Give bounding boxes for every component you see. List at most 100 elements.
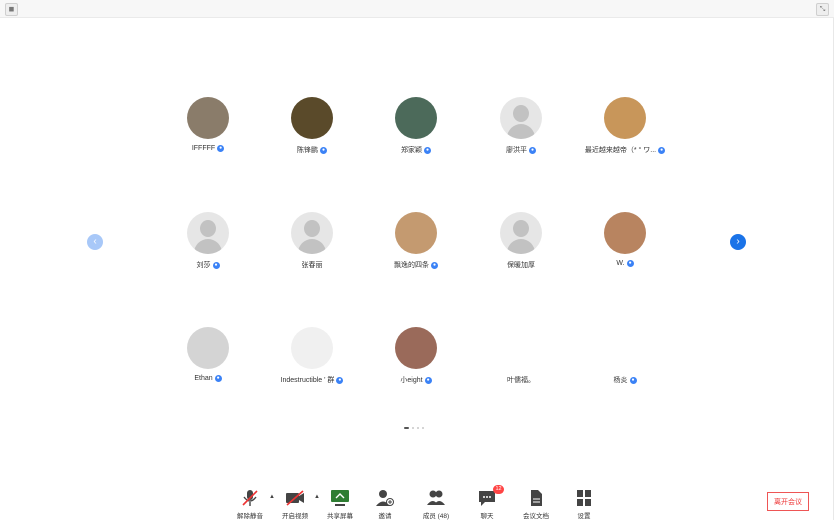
- participant-tile[interactable]: 张春丽: [252, 212, 372, 270]
- window-titlebar: ◼ ⤡: [0, 0, 834, 18]
- mic-status-icon: ●: [336, 376, 344, 384]
- members-button[interactable]: 成员 (48): [414, 489, 458, 520]
- document-icon: [526, 489, 546, 507]
- participant-tile[interactable]: 保暖加厚: [461, 212, 581, 270]
- meeting-docs-button[interactable]: 会议文档: [514, 489, 558, 520]
- settings-grid-icon: [574, 489, 594, 507]
- members-icon: [426, 489, 446, 507]
- chat-unread-badge: 12: [493, 485, 504, 494]
- page-indicator: [404, 427, 424, 429]
- chat-label: 聊天: [480, 513, 494, 520]
- participant-name-row: 最近越来越帝（* ° ワ... ●: [565, 145, 685, 155]
- participant-name: 郑家颖: [401, 147, 422, 154]
- participant-tile[interactable]: 郑家颖 ●: [356, 97, 476, 155]
- participant-name: 廖洪平: [506, 147, 527, 154]
- default-avatar-head: [200, 220, 216, 237]
- participant-tile[interactable]: W. ●: [565, 212, 685, 267]
- avatar: [187, 97, 229, 139]
- avatar: [291, 327, 333, 369]
- participant-tile[interactable]: 最近越来越帝（* ° ワ... ●: [565, 97, 685, 155]
- participant-name-row: Ethan ●: [148, 375, 268, 382]
- members-label: 成员 (48): [422, 513, 450, 520]
- participant-tile[interactable]: Ethan ●: [148, 327, 268, 382]
- invite-button[interactable]: 邀请: [363, 489, 407, 520]
- page-dot[interactable]: [422, 427, 424, 429]
- next-page-icon[interactable]: ›: [730, 234, 746, 250]
- window-menu-icon[interactable]: ◼: [5, 3, 18, 16]
- participant-name: 保暖加厚: [507, 262, 535, 269]
- default-avatar-body: [194, 239, 222, 254]
- mic-status-icon: ●: [626, 260, 634, 267]
- participant-tile[interactable]: 飘逸的四条 ●: [356, 212, 476, 270]
- avatar: [500, 212, 542, 254]
- mic-status-icon: ●: [529, 146, 536, 154]
- unmute-label: 解除静音: [237, 513, 263, 520]
- unmute-button[interactable]: 解除静音: [228, 489, 272, 520]
- mic-status-icon: ●: [629, 376, 637, 384]
- add-person-icon: [375, 489, 395, 507]
- participant-name-row: 郑家颖 ●: [356, 145, 476, 155]
- prev-page-icon[interactable]: ‹: [87, 234, 103, 250]
- participant-tile[interactable]: 叶儒福。: [461, 327, 581, 385]
- participant-name: Ethan: [194, 375, 213, 382]
- participant-name-row: 杨炎 ●: [565, 375, 685, 385]
- participant-name-row: 叶儒福。: [461, 375, 581, 385]
- participant-name: IFFFFF: [191, 145, 216, 152]
- avatar: [187, 212, 229, 254]
- participant-name-row: 保暖加厚: [461, 260, 581, 270]
- participant-name-row: 陈锋鹏 ●: [252, 145, 372, 155]
- participant-name: 小eight: [400, 377, 423, 384]
- invite-label: 邀请: [378, 513, 392, 520]
- avatar: [395, 212, 437, 254]
- avatar: [604, 212, 646, 254]
- avatar: [395, 327, 437, 369]
- participant-tile[interactable]: 陈锋鹏 ●: [252, 97, 372, 155]
- participant-tile[interactable]: 刘莎 ●: [148, 212, 268, 270]
- participant-tile[interactable]: IFFFFF ●: [148, 97, 268, 152]
- share-screen-button[interactable]: 共享屏幕: [318, 489, 362, 520]
- avatar: [291, 212, 333, 254]
- leave-meeting-button[interactable]: 离开会议: [767, 492, 809, 511]
- participant-tile[interactable]: 廖洪平 ●: [461, 97, 581, 155]
- participant-name: 叶儒福。: [507, 377, 535, 384]
- muted-mic-icon: [240, 489, 260, 507]
- chat-button[interactable]: 12 聊天: [465, 485, 509, 520]
- mic-status-icon: ●: [212, 261, 220, 269]
- avatar: [187, 327, 229, 369]
- start-video-button[interactable]: 开启视频: [273, 489, 317, 520]
- participant-name: 刘莎: [196, 262, 211, 269]
- participant-tile[interactable]: 小eight ●: [356, 327, 476, 385]
- settings-label: 设置: [577, 513, 591, 520]
- participant-name: 张春丽: [301, 262, 323, 269]
- mic-status-icon: ●: [320, 146, 327, 154]
- page-dot[interactable]: [412, 427, 414, 429]
- participant-name-row: IFFFFF ●: [148, 145, 268, 152]
- default-avatar-body: [507, 124, 535, 139]
- page-dot[interactable]: [417, 427, 419, 429]
- participant-tile[interactable]: 杨炎 ●: [565, 327, 685, 385]
- mic-status-icon: ●: [424, 146, 431, 154]
- participant-name: 飘逸的四条: [394, 262, 429, 269]
- exit-fullscreen-icon[interactable]: ⤡: [816, 3, 829, 16]
- default-avatar-head: [304, 220, 320, 237]
- participant-name-row: Indestructible ' 群 ●: [252, 375, 372, 385]
- participant-name-row: 廖洪平 ●: [461, 145, 581, 155]
- page-dot-active[interactable]: [404, 427, 409, 429]
- participant-name-row: 飘逸的四条 ●: [356, 260, 476, 270]
- participant-name: 最近越来越帝（* ° ワ...: [584, 147, 657, 154]
- mic-status-icon: ●: [431, 261, 438, 269]
- share-screen-icon: [330, 489, 350, 507]
- video-off-icon: [285, 489, 305, 507]
- share-screen-label: 共享屏幕: [327, 513, 353, 520]
- settings-button[interactable]: 设置: [562, 489, 606, 520]
- avatar: [604, 327, 646, 369]
- participant-name-row: 小eight ●: [356, 375, 476, 385]
- participant-name-row: 刘莎 ●: [148, 260, 268, 270]
- participant-name: W.: [616, 260, 625, 267]
- avatar: [291, 97, 333, 139]
- participant-tile[interactable]: Indestructible ' 群 ●: [252, 327, 372, 385]
- avatar: [604, 97, 646, 139]
- mic-status-icon: ●: [217, 145, 225, 152]
- mic-status-icon: ●: [424, 376, 432, 384]
- start-video-label: 开启视频: [282, 513, 308, 520]
